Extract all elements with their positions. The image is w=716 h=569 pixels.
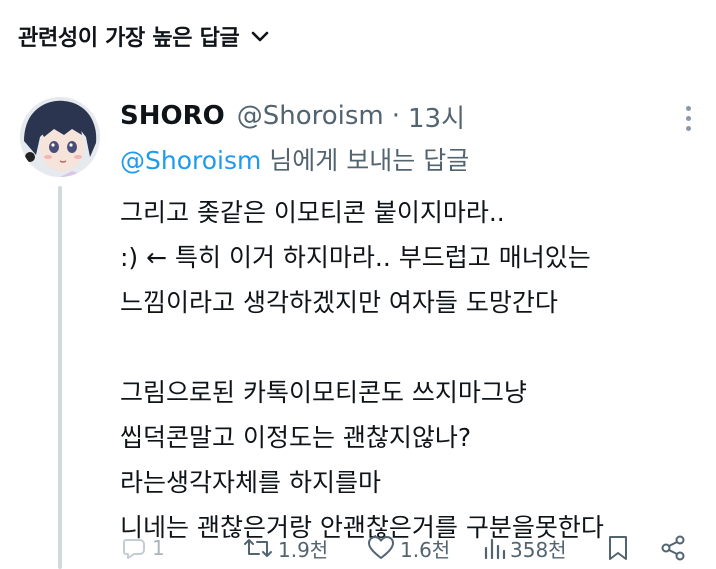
bookmark-icon bbox=[606, 534, 630, 562]
like-button[interactable]: 1.6천 bbox=[366, 528, 450, 568]
views-button[interactable]: 358천 bbox=[482, 528, 567, 568]
tweet-line: 그리고 좆같은 이모티콘 붙이지마라.. bbox=[120, 198, 505, 227]
views-icon bbox=[482, 534, 506, 562]
tweet-body: 그리고 좆같은 이모티콘 붙이지마라.. :) ← 특히 이거 하지마라.. 부… bbox=[120, 190, 700, 550]
views-count: 358천 bbox=[510, 537, 567, 562]
sort-dropdown[interactable]: 관련성이 가장 높은 답글 bbox=[18, 18, 271, 54]
tweet-header: SHORO @Shoroism · 13시 bbox=[120, 96, 465, 136]
timestamp[interactable]: 13시 bbox=[408, 98, 465, 135]
chevron-down-icon bbox=[249, 25, 271, 47]
avatar[interactable] bbox=[20, 97, 100, 177]
sort-label: 관련성이 가장 높은 답글 bbox=[18, 26, 240, 51]
share-icon bbox=[660, 534, 688, 562]
mention-link[interactable]: @Shoroism bbox=[120, 146, 261, 175]
reply-count: 1 bbox=[152, 536, 165, 560]
reply-icon bbox=[120, 534, 148, 562]
display-name[interactable]: SHORO bbox=[120, 101, 225, 131]
replying-to: @Shoroism 님에게 보내는 답글 bbox=[120, 141, 469, 177]
separator-dot: · bbox=[391, 101, 400, 131]
tweet-blank-line bbox=[120, 325, 700, 370]
reply-button[interactable]: 1 bbox=[120, 528, 165, 568]
retweet-button[interactable]: 1.9천 bbox=[242, 528, 328, 568]
like-count: 1.6천 bbox=[400, 537, 451, 562]
retweet-count: 1.9천 bbox=[278, 537, 329, 562]
share-button[interactable] bbox=[660, 528, 688, 568]
tweet-line: 라는생각자체를 하지를마 bbox=[120, 468, 381, 497]
tweet-line: 그림으로된 카톡이모티콘도 쓰지마그냥 bbox=[120, 378, 527, 407]
retweet-icon bbox=[242, 534, 274, 562]
action-bar: 1 1.9천 1.6천 358천 bbox=[120, 528, 700, 568]
more-icon[interactable] bbox=[678, 103, 698, 131]
tweet-line: 느낌이라고 생각하겠지만 여자들 도망간다 bbox=[120, 288, 558, 317]
bookmark-button[interactable] bbox=[606, 528, 630, 568]
replying-suffix: 님에게 보내는 답글 bbox=[261, 146, 470, 175]
thread-line bbox=[58, 186, 62, 569]
like-icon bbox=[366, 534, 396, 562]
tweet-line: :) ← 특히 이거 하지마라.. 부드럽고 매너있는 bbox=[120, 243, 591, 272]
tweet-line: 씹덕콘말고 이정도는 괜찮지않나? bbox=[120, 423, 472, 452]
user-handle[interactable]: @Shoroism bbox=[237, 101, 384, 131]
